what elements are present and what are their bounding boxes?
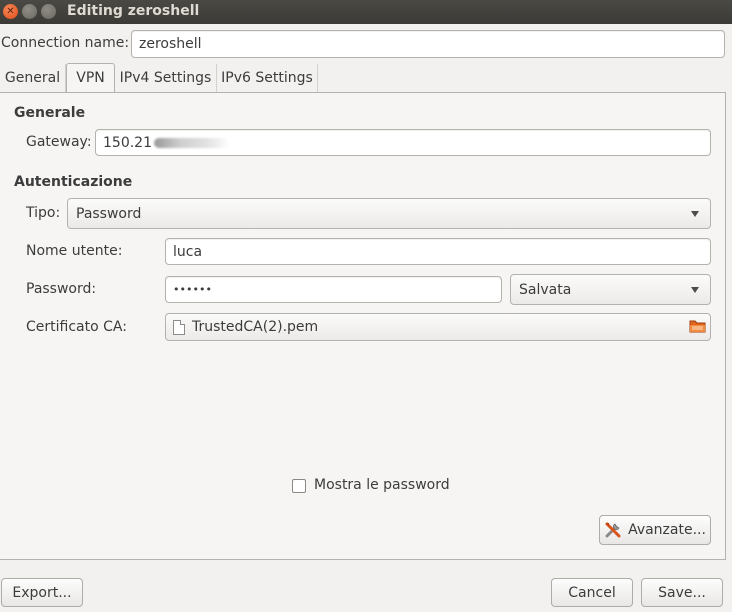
cancel-button-label: Cancel — [568, 584, 616, 601]
chevron-down-icon — [691, 210, 699, 217]
tab-general-label: General — [4, 70, 61, 86]
username-input[interactable]: luca — [165, 238, 711, 265]
password-value: •••••• — [173, 283, 212, 296]
maximize-window-button[interactable] — [41, 4, 56, 19]
ca-certificate-label: Certificato CA: — [26, 319, 127, 335]
file-icon — [173, 319, 185, 335]
close-icon: ✕ — [6, 6, 15, 17]
tipo-label: Tipo: — [26, 205, 61, 221]
tab-general[interactable]: General — [0, 64, 66, 92]
show-passwords-checkbox[interactable] — [292, 479, 306, 493]
ca-certificate-chooser[interactable]: TrustedCA(2).pem — [165, 313, 711, 341]
username-value: luca — [173, 243, 203, 260]
show-passwords-label[interactable]: Mostra le password — [314, 477, 450, 493]
password-input[interactable]: •••••• — [165, 276, 502, 303]
password-storage-select[interactable]: Salvata — [510, 274, 711, 305]
advanced-button[interactable]: Avanzate... — [599, 515, 711, 545]
connection-name-value: zeroshell — [139, 36, 202, 52]
tab-bar: General VPN IPv4 Settings IPv6 Settings — [0, 63, 732, 92]
minimize-window-button[interactable] — [22, 4, 37, 19]
window-titlebar: ✕ Editing zeroshell — [0, 0, 732, 24]
tab-ipv6-settings[interactable]: IPv6 Settings — [217, 64, 318, 92]
tab-ipv6-label: IPv6 Settings — [221, 70, 313, 86]
window-title: Editing zeroshell — [67, 3, 200, 19]
tipo-select[interactable]: Password — [67, 198, 711, 229]
export-button-label: Export... — [12, 584, 72, 601]
folder-open-icon — [689, 320, 706, 333]
tipo-value: Password — [76, 205, 142, 222]
gateway-value: 150.21 — [103, 134, 152, 151]
gateway-label: Gateway: — [26, 134, 92, 150]
tools-icon — [605, 522, 621, 538]
username-label: Nome utente: — [26, 243, 123, 259]
save-button-label: Save... — [658, 584, 706, 601]
connection-name-input[interactable]: zeroshell — [131, 30, 725, 58]
close-window-button[interactable]: ✕ — [3, 4, 18, 19]
chevron-down-icon — [691, 286, 699, 293]
gateway-input[interactable]: 150.21 — [95, 129, 711, 156]
advanced-button-label: Avanzate... — [628, 522, 706, 538]
save-button[interactable]: Save... — [641, 578, 723, 607]
connection-name-label: Connection name: — [1, 35, 130, 51]
gateway-redaction — [154, 137, 230, 148]
password-label: Password: — [26, 281, 97, 297]
ca-certificate-value: TrustedCA(2).pem — [192, 319, 319, 335]
tab-ipv4-settings[interactable]: IPv4 Settings — [115, 64, 217, 92]
export-button[interactable]: Export... — [1, 578, 83, 607]
password-storage-value: Salvata — [519, 281, 572, 298]
autenticazione-heading: Autenticazione — [14, 174, 133, 190]
tab-ipv4-label: IPv4 Settings — [119, 70, 212, 86]
cancel-button[interactable]: Cancel — [551, 578, 633, 607]
tab-vpn-label: VPN — [76, 70, 105, 86]
tab-vpn[interactable]: VPN — [66, 63, 115, 92]
generale-heading: Generale — [14, 105, 86, 121]
